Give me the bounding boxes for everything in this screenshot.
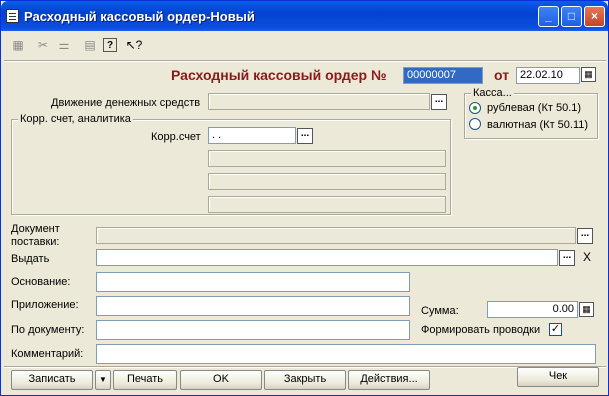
- comment-label: Комментарий:: [11, 348, 84, 360]
- document-heading: Расходный кассовый ордер №: [171, 67, 387, 83]
- date-label: от: [494, 67, 510, 83]
- document-number-field[interactable]: 00000007: [403, 67, 483, 84]
- basis-field[interactable]: [96, 272, 410, 292]
- document-window: Расходный кассовый ордер-Новый _ □ × ▦ ✂…: [0, 0, 609, 396]
- postings-label: Формировать проводки: [421, 324, 541, 336]
- title-bar: Расходный кассовый ордер-Новый _ □ ×: [1, 1, 608, 31]
- date-field[interactable]: 22.02.10: [516, 67, 580, 84]
- toolbar: ▦ ✂ ⚌ ▤ ? ↖?: [5, 36, 605, 56]
- grid-icon[interactable]: ▤: [81, 36, 99, 54]
- issue-clear-button[interactable]: X: [579, 250, 595, 266]
- corr-analytic-1[interactable]: [208, 150, 446, 167]
- print-button[interactable]: Печать: [113, 370, 177, 390]
- delivery-doc-label-2: поставки:: [11, 236, 60, 248]
- minimize-button[interactable]: _: [538, 6, 559, 27]
- help-icon[interactable]: ?: [103, 38, 117, 52]
- kassa-group-title: Касса...: [471, 87, 514, 99]
- issue-field[interactable]: [96, 249, 558, 266]
- comment-field[interactable]: [96, 344, 596, 364]
- kassa-group: Касса...: [464, 87, 598, 139]
- maximize-button[interactable]: □: [561, 6, 582, 27]
- window-title: Расходный кассовый ордер-Новый: [24, 9, 255, 24]
- corr-analytic-3[interactable]: [208, 196, 446, 213]
- document-icon: [6, 9, 19, 23]
- kassa-val-radio[interactable]: [469, 118, 481, 130]
- issue-select-button[interactable]: ...: [559, 250, 575, 266]
- movement-field[interactable]: [208, 93, 430, 110]
- doc-props-icon[interactable]: ▦: [9, 36, 27, 54]
- kassa-rub-label: рублевая (Кт 50.1): [487, 102, 582, 114]
- attachment-field[interactable]: [96, 296, 410, 316]
- corr-account-select-button[interactable]: ...: [297, 128, 313, 144]
- bydoc-label: По документу:: [11, 324, 85, 336]
- corr-analytic-2[interactable]: [208, 173, 446, 190]
- kassa-rub-radio[interactable]: [469, 102, 481, 114]
- receipt-button[interactable]: Чек: [517, 367, 599, 387]
- cut-icon[interactable]: ✂: [34, 36, 52, 54]
- corr-group-title: Корр. счет, аналитика: [18, 113, 133, 125]
- delivery-doc-label-1: Документ: [11, 223, 60, 235]
- kassa-val-label: валютная (Кт 50.11): [487, 119, 589, 131]
- sum-label: Сумма:: [421, 305, 459, 317]
- delivery-doc-select-button[interactable]: ...: [577, 228, 593, 244]
- pointer-help-icon[interactable]: ↖?: [125, 36, 143, 54]
- structure-icon[interactable]: ⚌: [55, 36, 73, 54]
- close-form-button[interactable]: Закрыть: [264, 370, 346, 390]
- postings-checkbox[interactable]: ✓: [549, 323, 562, 336]
- issue-label: Выдать: [11, 253, 50, 265]
- calendar-icon[interactable]: ▦: [581, 67, 596, 82]
- actions-button[interactable]: Действия...: [348, 370, 430, 390]
- delivery-doc-field[interactable]: [96, 227, 576, 244]
- basis-label: Основание:: [11, 276, 71, 288]
- bydoc-field[interactable]: [96, 320, 410, 340]
- footer-separator: [4, 366, 606, 368]
- ok-button[interactable]: OK: [180, 370, 262, 390]
- save-menu-button[interactable]: ▼: [95, 370, 111, 390]
- sum-field[interactable]: 0.00: [487, 301, 578, 318]
- movement-select-button[interactable]: ...: [431, 94, 447, 110]
- corr-account-label: Корр.счет: [151, 131, 201, 143]
- close-button[interactable]: ×: [584, 6, 605, 27]
- corr-account-field[interactable]: . .: [208, 127, 296, 144]
- save-button[interactable]: Записать: [11, 370, 93, 390]
- calculator-icon[interactable]: ▦: [579, 302, 594, 317]
- movement-label: Движение денежных средств: [51, 97, 201, 109]
- attachment-label: Приложение:: [11, 299, 79, 311]
- toolbar-separator: [4, 60, 606, 62]
